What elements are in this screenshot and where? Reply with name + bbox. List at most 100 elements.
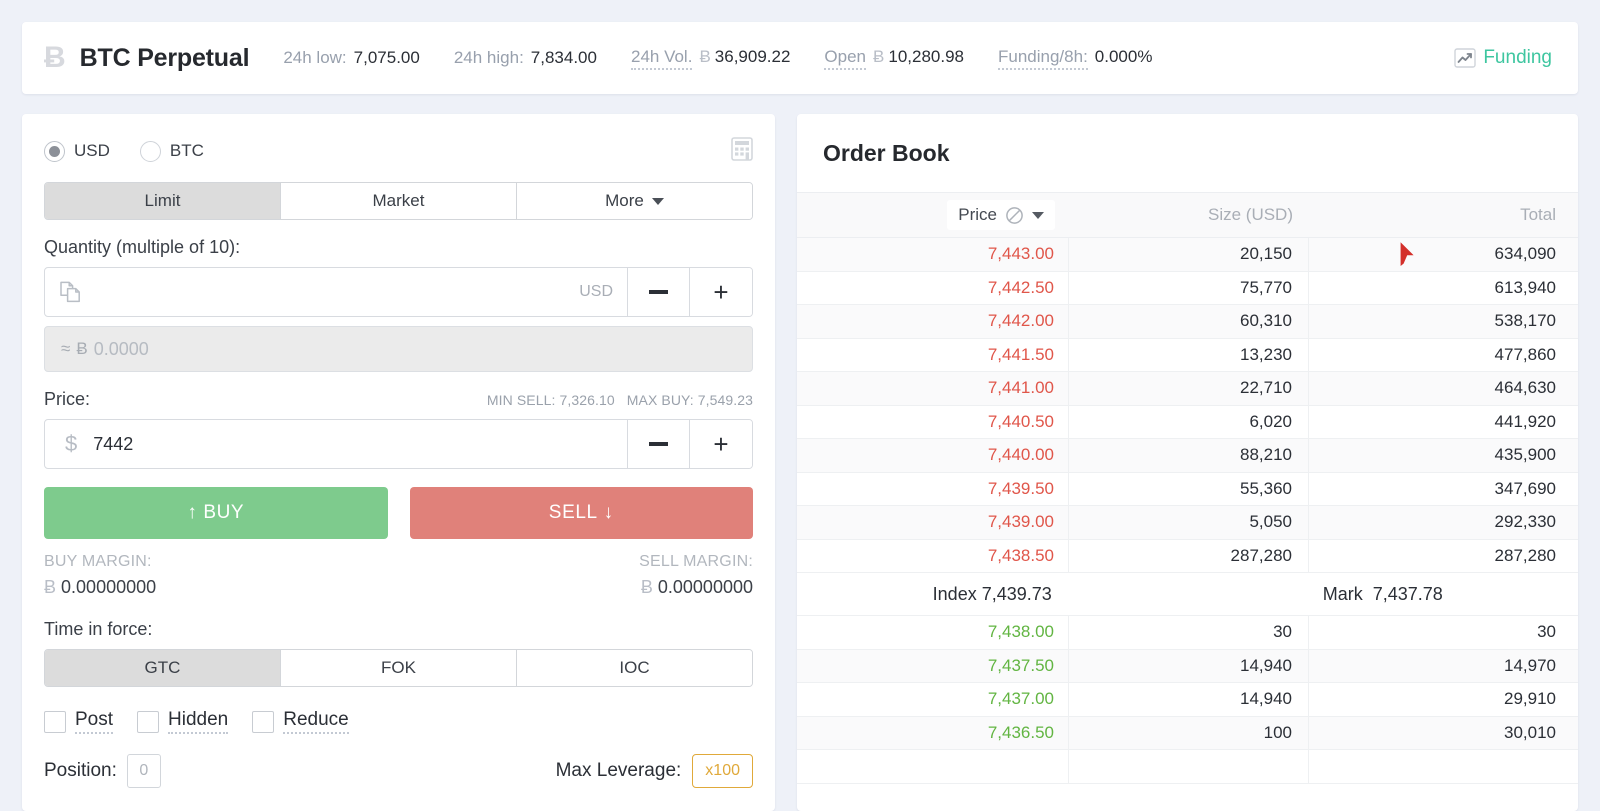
stat-funding-8h[interactable]: Funding/8h: 0.000% bbox=[998, 47, 1152, 70]
calculator-icon[interactable] bbox=[731, 136, 753, 166]
table-row[interactable]: 7,439.00 5,050 292,330 bbox=[797, 506, 1578, 540]
trading-page: Ƀ BTC Perpetual 24h low: 7,075.00 24h hi… bbox=[0, 22, 1600, 811]
stat-open[interactable]: Open Ƀ 10,280.98 bbox=[824, 47, 964, 70]
sell-margin-label: SELL MARGIN: bbox=[639, 553, 753, 570]
order-actions: ↑ BUY SELL ↓ bbox=[44, 487, 753, 539]
min-sell-value: 7,326.10 bbox=[559, 392, 615, 408]
quantity-input[interactable]: USD bbox=[45, 268, 628, 316]
ask-total: 441,920 bbox=[1494, 411, 1556, 431]
price-increment-button[interactable]: + bbox=[690, 420, 752, 468]
price-value: 7442 bbox=[93, 433, 134, 454]
mark-value: 7,437.78 bbox=[1372, 583, 1443, 604]
order-type-market[interactable]: Market bbox=[281, 183, 517, 219]
checkbox-hidden-icon bbox=[137, 710, 160, 733]
ask-price: 7,441.00 bbox=[797, 372, 1069, 405]
checkbox-reduce[interactable]: Reduce bbox=[252, 709, 349, 734]
ask-size: 20,150 bbox=[1069, 238, 1309, 271]
stat-value: 10,280.98 bbox=[888, 46, 964, 66]
price-input-group: $ 7442 + bbox=[44, 419, 753, 469]
ask-size: 22,710 bbox=[1069, 372, 1309, 405]
bid-total: 14,970 bbox=[1504, 655, 1556, 675]
checkbox-post[interactable]: Post bbox=[44, 709, 114, 734]
funding-link[interactable]: Funding bbox=[1454, 47, 1552, 69]
ask-size: 6,020 bbox=[1069, 405, 1309, 438]
quantity-unit: USD bbox=[579, 283, 613, 300]
buy-button[interactable]: ↑ BUY bbox=[44, 487, 388, 539]
tif-fok[interactable]: FOK bbox=[281, 650, 517, 686]
order-type-limit[interactable]: Limit bbox=[45, 183, 281, 219]
table-row[interactable]: 7,443.00 20,150 634,090 bbox=[797, 238, 1578, 272]
ask-size: 75,770 bbox=[1069, 271, 1309, 304]
ask-size: 287,280 bbox=[1069, 539, 1309, 572]
quantity-input-group: USD + bbox=[44, 267, 753, 317]
table-row[interactable]: 7,440.50 6,020 441,920 bbox=[797, 405, 1578, 439]
table-row[interactable]: 7,442.50 75,770 613,940 bbox=[797, 271, 1578, 305]
currency-option-usd[interactable]: USD bbox=[44, 140, 110, 162]
stat-24h-volume[interactable]: 24h Vol. Ƀ 36,909.22 bbox=[630, 47, 790, 70]
table-row[interactable]: 7,440.00 88,210 435,900 bbox=[797, 439, 1578, 473]
tif-ioc[interactable]: IOC bbox=[517, 650, 752, 686]
asks-list: 7,443.00 20,150 634,090 7,442.50 75,770 … bbox=[797, 238, 1578, 573]
table-row[interactable]: 7,436.50 100 30,010 bbox=[797, 716, 1578, 750]
bid-size bbox=[1069, 750, 1309, 783]
price-decrement-button[interactable] bbox=[628, 420, 690, 468]
minus-icon bbox=[649, 442, 668, 446]
stat-label: 24h high: bbox=[453, 48, 524, 67]
table-row[interactable]: 7,437.50 14,940 14,970 bbox=[797, 649, 1578, 683]
chevron-down-icon bbox=[1032, 211, 1044, 219]
radio-btc-icon bbox=[139, 140, 161, 162]
currency-label: USD bbox=[74, 141, 110, 160]
quantity-increment-button[interactable]: + bbox=[690, 268, 752, 316]
mark-price: Mark 7,437.78 bbox=[1188, 584, 1579, 605]
ask-price: 7,443.00 bbox=[797, 238, 1069, 271]
price-label-row: Price: MIN SELL: 7,326.10 MAX BUY: 7,549… bbox=[44, 389, 753, 410]
ask-size: 13,230 bbox=[1069, 338, 1309, 371]
stat-24h-high: 24h high: 7,834.00 bbox=[454, 48, 597, 68]
price-grouping-control[interactable]: Price bbox=[947, 200, 1055, 230]
bid-total: 29,910 bbox=[1504, 689, 1556, 709]
max-buy-label: MAX BUY: bbox=[626, 392, 694, 408]
bid-price: 7,438.00 bbox=[797, 616, 1069, 649]
margin-summary: BUY MARGIN: Ƀ 0.00000000 SELL MARGIN: Ƀ … bbox=[44, 553, 753, 598]
table-row[interactable]: 7,441.50 13,230 477,860 bbox=[797, 338, 1578, 372]
tif-gtc[interactable]: GTC bbox=[45, 650, 281, 686]
order-flags: Post Hidden Reduce bbox=[44, 709, 753, 734]
checkbox-label: Reduce bbox=[283, 709, 349, 734]
position-value[interactable]: 0 bbox=[126, 754, 161, 788]
table-row[interactable]: 7,438.00 30 30 bbox=[797, 616, 1578, 650]
currency-label: BTC bbox=[169, 141, 204, 160]
checkbox-hidden[interactable]: Hidden bbox=[137, 709, 229, 734]
table-row[interactable]: 7,439.50 55,360 347,690 bbox=[797, 472, 1578, 506]
bids-list: 7,438.00 30 30 7,437.50 14,940 14,970 7,… bbox=[797, 616, 1578, 784]
table-row[interactable]: 7,442.00 60,310 538,170 bbox=[797, 305, 1578, 339]
sell-button[interactable]: SELL ↓ bbox=[409, 487, 753, 539]
stat-value: 0.000% bbox=[1094, 46, 1153, 66]
position-label: Position: bbox=[44, 760, 117, 781]
leverage-group: Max Leverage: x100 bbox=[556, 754, 753, 788]
table-row[interactable] bbox=[797, 750, 1578, 784]
min-sell-label: MIN SELL: bbox=[486, 392, 556, 408]
arrow-down-icon: ↓ bbox=[603, 502, 614, 523]
copy-documents-icon[interactable] bbox=[59, 279, 84, 305]
table-row[interactable]: 7,437.00 14,940 29,910 bbox=[797, 683, 1578, 717]
sell-margin-value: 0.00000000 bbox=[657, 577, 753, 597]
plus-icon: + bbox=[713, 428, 729, 459]
instrument-header: Ƀ BTC Perpetual 24h low: 7,075.00 24h hi… bbox=[22, 22, 1578, 94]
ask-price: 7,439.50 bbox=[797, 472, 1069, 505]
currency-option-btc[interactable]: BTC bbox=[139, 140, 204, 162]
table-row[interactable]: 7,438.50 287,280 287,280 bbox=[797, 539, 1578, 573]
buy-margin-label: BUY MARGIN: bbox=[44, 553, 152, 570]
order-type-more[interactable]: More bbox=[517, 183, 752, 219]
quantity-decrement-button[interactable] bbox=[628, 268, 690, 316]
tab-label: More bbox=[605, 191, 644, 210]
checkbox-post-icon bbox=[44, 710, 66, 733]
table-row[interactable]: 7,441.00 22,710 464,630 bbox=[797, 372, 1578, 406]
price-input[interactable]: $ 7442 bbox=[45, 420, 628, 468]
ask-total: 464,630 bbox=[1494, 378, 1556, 398]
checkbox-reduce-icon bbox=[252, 710, 275, 733]
approx-symbol: ≈ bbox=[61, 339, 71, 358]
stat-label: 24h Vol. bbox=[630, 47, 693, 70]
bid-total: 30,010 bbox=[1504, 722, 1556, 742]
sell-button-label: SELL bbox=[548, 502, 598, 523]
max-leverage-badge[interactable]: x100 bbox=[692, 754, 753, 788]
